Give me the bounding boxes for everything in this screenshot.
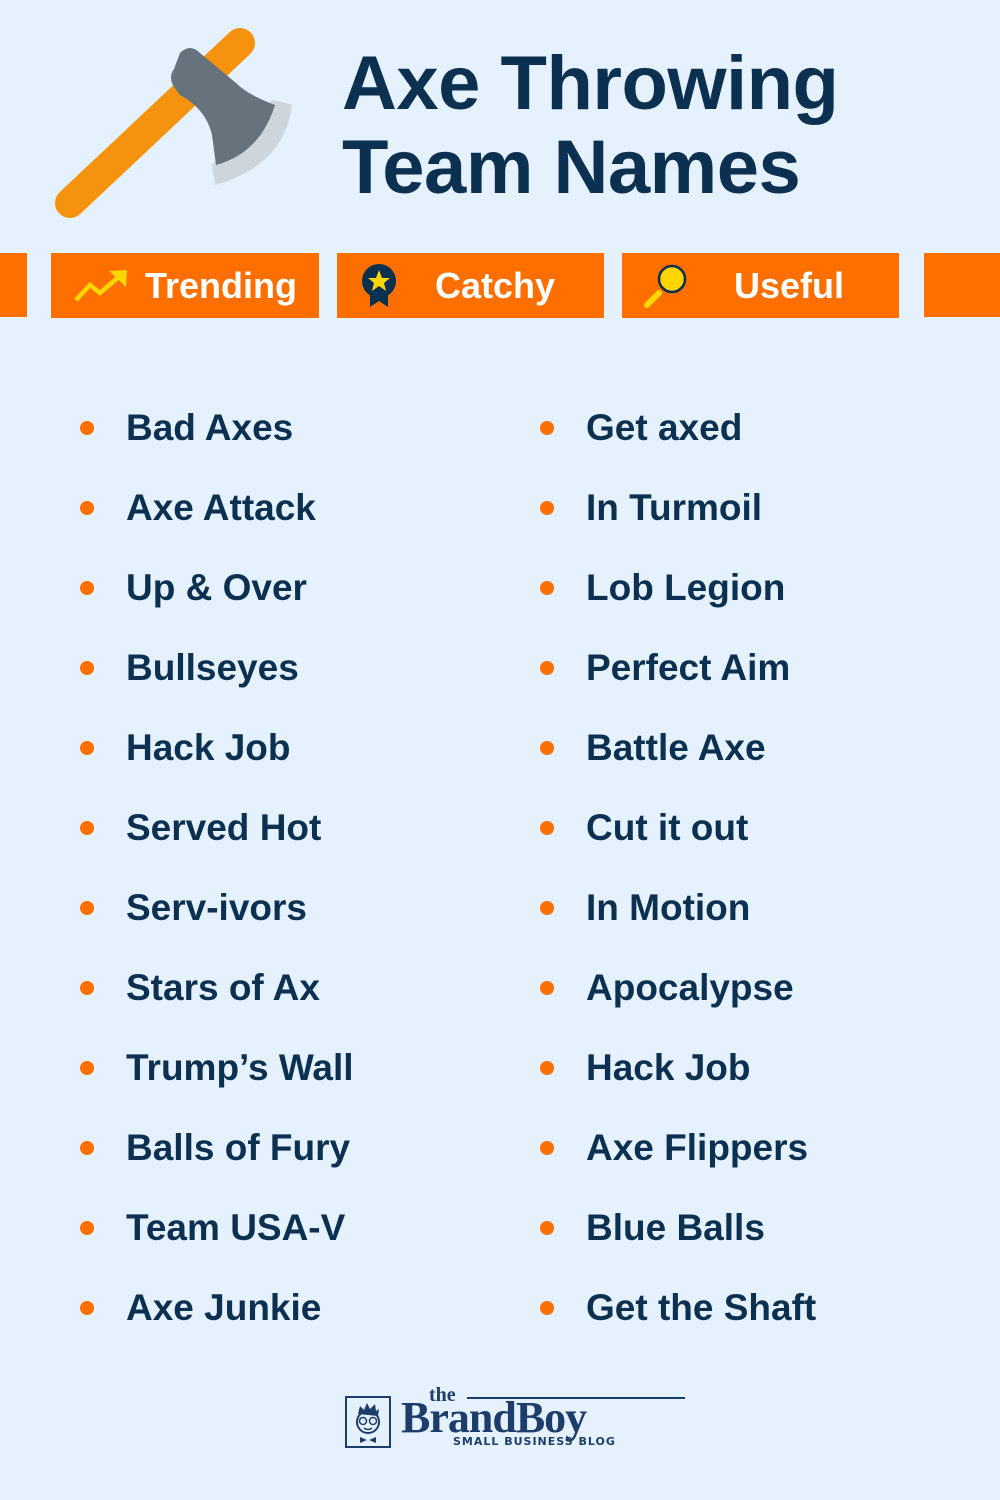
bullet-icon [540,741,554,755]
team-names-list-right: Get axed In Turmoil Lob Legion Perfect A… [540,388,816,1348]
bullet-icon [80,501,94,515]
team-name: Perfect Aim [586,647,791,688]
team-name: Served Hot [126,807,322,848]
list-item: Get axed [540,388,816,468]
team-name: Hack Job [586,1047,751,1088]
bullet-icon [540,661,554,675]
tab-catchy-label: Catchy [435,264,556,306]
team-name: Apocalypse [586,967,794,1008]
list-item: Up & Over [80,548,354,628]
tab-trending-label: Trending [145,264,297,306]
list-item: In Motion [540,868,816,948]
mascot-icon [345,1396,391,1448]
team-name: Hack Job [126,727,291,768]
list-item: Axe Flippers [540,1108,816,1188]
list-item: Cut it out [540,788,816,868]
list-item: Hack Job [80,708,354,788]
list-item: Axe Junkie [80,1268,354,1348]
team-name: Axe Flippers [586,1127,809,1168]
bullet-icon [540,981,554,995]
bullet-icon [80,581,94,595]
bullet-icon [540,1221,554,1235]
list-item: Blue Balls [540,1188,816,1268]
tab-useful-label: Useful [734,264,845,306]
bullet-icon [80,1061,94,1075]
list-item: Hack Job [540,1028,816,1108]
bullet-icon [80,741,94,755]
team-name: Trump’s Wall [126,1047,354,1088]
bullet-icon [540,581,554,595]
team-name: Stars of Ax [126,967,320,1008]
list-item: Serv-ivors [80,868,354,948]
team-name: Blue Balls [586,1207,765,1248]
bullet-icon [80,1221,94,1235]
team-name: In Motion [586,887,751,928]
bullet-icon [80,421,94,435]
list-item: Apocalypse [540,948,816,1028]
team-name: Cut it out [586,807,749,848]
bullet-icon [540,901,554,915]
category-tab-bar: Trending Catchy Useful [0,253,1000,318]
logo-brand: BrandBoy [401,1393,587,1442]
axe-icon [55,28,292,218]
team-name: Battle Axe [586,727,766,768]
team-name: Get axed [586,407,743,448]
bullet-icon [540,1061,554,1075]
trending-up-icon [73,269,129,303]
list-item: Team USA-V [80,1188,354,1268]
tab-bar-edge-left [0,253,27,317]
list-item: Stars of Ax [80,948,354,1028]
list-item: Axe Attack [80,468,354,548]
title-line-1: Axe Throwing [342,41,839,126]
bullet-icon [540,501,554,515]
logo-tagline: SMALL BUSINESS BLOG [453,1435,616,1448]
team-name: Balls of Fury [126,1127,351,1168]
list-item: Get the Shaft [540,1268,816,1348]
bullet-icon [80,981,94,995]
list-item: Bullseyes [80,628,354,708]
bullet-icon [80,661,94,675]
list-item: Trump’s Wall [80,1028,354,1108]
team-name: In Turmoil [586,487,763,528]
team-name: Axe Junkie [126,1287,322,1328]
bullet-icon [540,821,554,835]
bullet-icon [80,821,94,835]
list-item: Lob Legion [540,548,816,628]
bullet-icon [80,1301,94,1315]
list-item: In Turmoil [540,468,816,548]
tab-useful[interactable]: Useful [622,253,899,318]
team-name: Lob Legion [586,567,786,608]
team-names-list-left: Bad Axes Axe Attack Up & Over Bullseyes … [80,388,354,1348]
brandboy-logo[interactable]: the BrandBoy SMALL BUSINESS BLOG [345,1384,685,1452]
bullet-icon [80,901,94,915]
logo-wordmark: the BrandBoy SMALL BUSINESS BLOG [401,1384,685,1452]
bullet-icon [80,1141,94,1155]
title-line-2: Team Names [342,125,801,210]
list-item: Balls of Fury [80,1108,354,1188]
team-name: Serv-ivors [126,887,307,928]
page-title: Axe Throwing Team Names [342,41,839,210]
bullet-icon [540,421,554,435]
bullet-icon [540,1141,554,1155]
award-ribbon-icon [359,263,399,308]
list-item: Battle Axe [540,708,816,788]
bullet-icon [540,1301,554,1315]
team-name: Bullseyes [126,647,299,688]
list-item: Perfect Aim [540,628,816,708]
list-item: Served Hot [80,788,354,868]
tab-bar-edge-right [924,253,1000,317]
team-name: Team USA-V [126,1207,346,1248]
list-item: Bad Axes [80,388,354,468]
team-name: Up & Over [126,567,307,608]
team-name: Bad Axes [126,407,294,448]
magnifier-icon [642,263,690,309]
team-name: Get the Shaft [586,1287,817,1328]
tab-trending[interactable]: Trending [51,253,319,318]
team-name: Axe Attack [126,487,316,528]
tab-catchy[interactable]: Catchy [337,253,604,318]
